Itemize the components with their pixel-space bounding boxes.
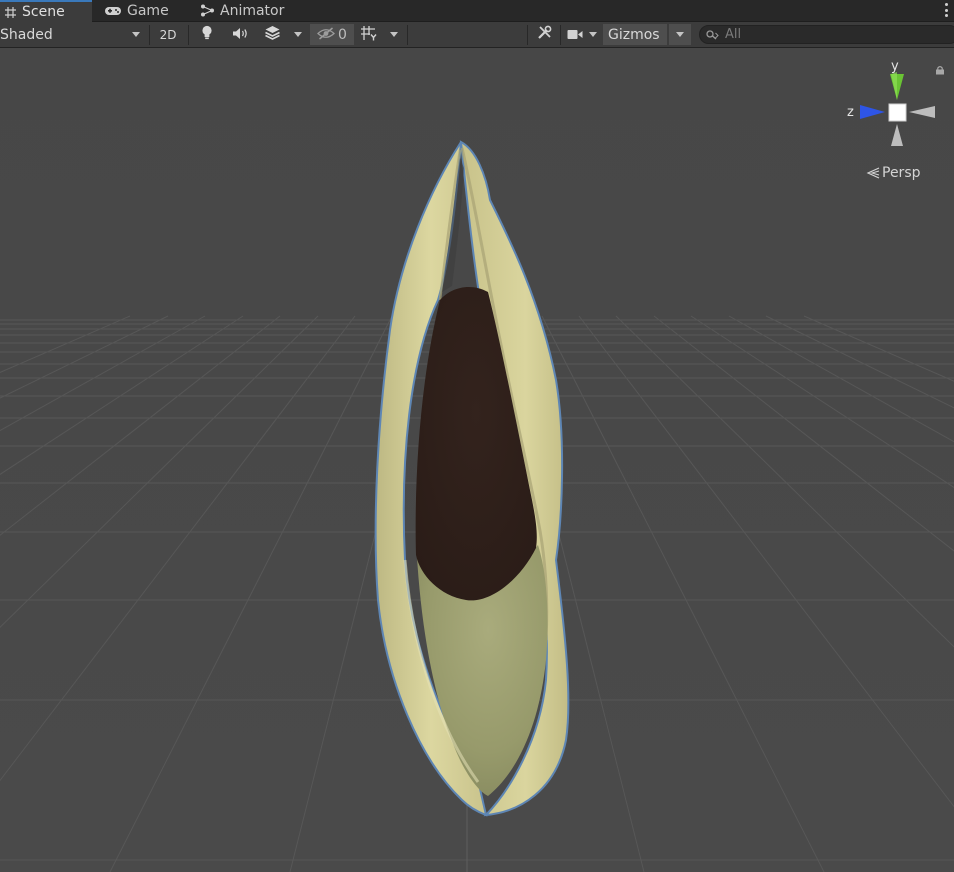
audio-toggle[interactable] xyxy=(226,24,254,45)
lightbulb-icon xyxy=(201,25,213,44)
projection-toggle[interactable]: Persp xyxy=(866,165,921,181)
window-tab-bar: Scene Game Animator xyxy=(0,0,954,22)
gizmo-center-cube[interactable] xyxy=(888,103,907,122)
grid-snap-toggle[interactable] xyxy=(356,24,382,45)
hidden-objects-toggle[interactable]: 0 xyxy=(310,24,354,45)
eye-slash-icon xyxy=(317,25,335,44)
tab-animator-label: Animator xyxy=(220,2,285,19)
chevron-down-icon xyxy=(390,32,398,37)
tab-game[interactable]: Game xyxy=(100,0,188,21)
effects-dropdown[interactable] xyxy=(288,24,308,45)
chevron-down-icon xyxy=(589,32,597,37)
tab-scene-label: Scene xyxy=(22,4,65,20)
z-axis-label: z xyxy=(847,105,854,120)
grid-icon xyxy=(4,6,17,19)
chevron-down-icon xyxy=(294,32,302,37)
speaker-icon xyxy=(232,25,249,44)
grid-dropdown[interactable] xyxy=(384,24,404,45)
tools-icon xyxy=(537,25,552,44)
tab-game-label: Game xyxy=(127,2,169,19)
camera-icon xyxy=(567,25,583,44)
animator-icon xyxy=(200,4,215,17)
layers-icon xyxy=(264,25,281,44)
effects-toggle[interactable] xyxy=(258,24,286,45)
hidden-objects-count: 0 xyxy=(338,26,347,43)
scene-search-field[interactable] xyxy=(699,25,954,44)
lighting-toggle[interactable] xyxy=(193,24,221,45)
scene-toolbar: Shaded 2D 0 Gizmos All xyxy=(0,22,954,48)
lock-icon[interactable] xyxy=(935,65,945,75)
draw-mode-label: Shaded xyxy=(0,26,53,43)
toggle-2d-label: 2D xyxy=(159,27,177,42)
perspective-icon xyxy=(866,167,880,179)
search-input[interactable] xyxy=(725,27,925,42)
gizmos-label: Gizmos xyxy=(608,26,660,43)
toolbar-divider xyxy=(149,25,150,45)
projection-label: Persp xyxy=(882,165,921,181)
chevron-down-icon xyxy=(676,32,684,37)
draw-mode-dropdown[interactable]: Shaded xyxy=(0,24,146,45)
chevron-down-icon xyxy=(132,32,140,37)
gizmos-dropdown[interactable] xyxy=(669,24,691,45)
gamepad-icon xyxy=(104,5,122,17)
toolbar-divider xyxy=(560,25,561,45)
tab-animator[interactable]: Animator xyxy=(196,0,306,21)
toolbar-divider xyxy=(407,25,408,45)
tab-scene[interactable]: Scene xyxy=(0,0,92,22)
kebab-menu-icon[interactable] xyxy=(944,3,948,17)
grid-snap-icon xyxy=(360,25,378,45)
tools-button[interactable] xyxy=(530,24,558,45)
toolbar-divider xyxy=(527,25,528,45)
gizmos-toggle[interactable]: Gizmos xyxy=(603,24,667,45)
scene-canvas[interactable]: y z xyxy=(0,48,954,872)
search-icon xyxy=(706,25,720,44)
toolbar-divider xyxy=(188,25,189,45)
camera-settings-dropdown[interactable] xyxy=(563,24,601,45)
y-axis-label: y xyxy=(891,59,899,74)
scene-viewport[interactable]: y z Persp xyxy=(0,48,954,872)
toggle-2d-button[interactable]: 2D xyxy=(152,24,184,45)
